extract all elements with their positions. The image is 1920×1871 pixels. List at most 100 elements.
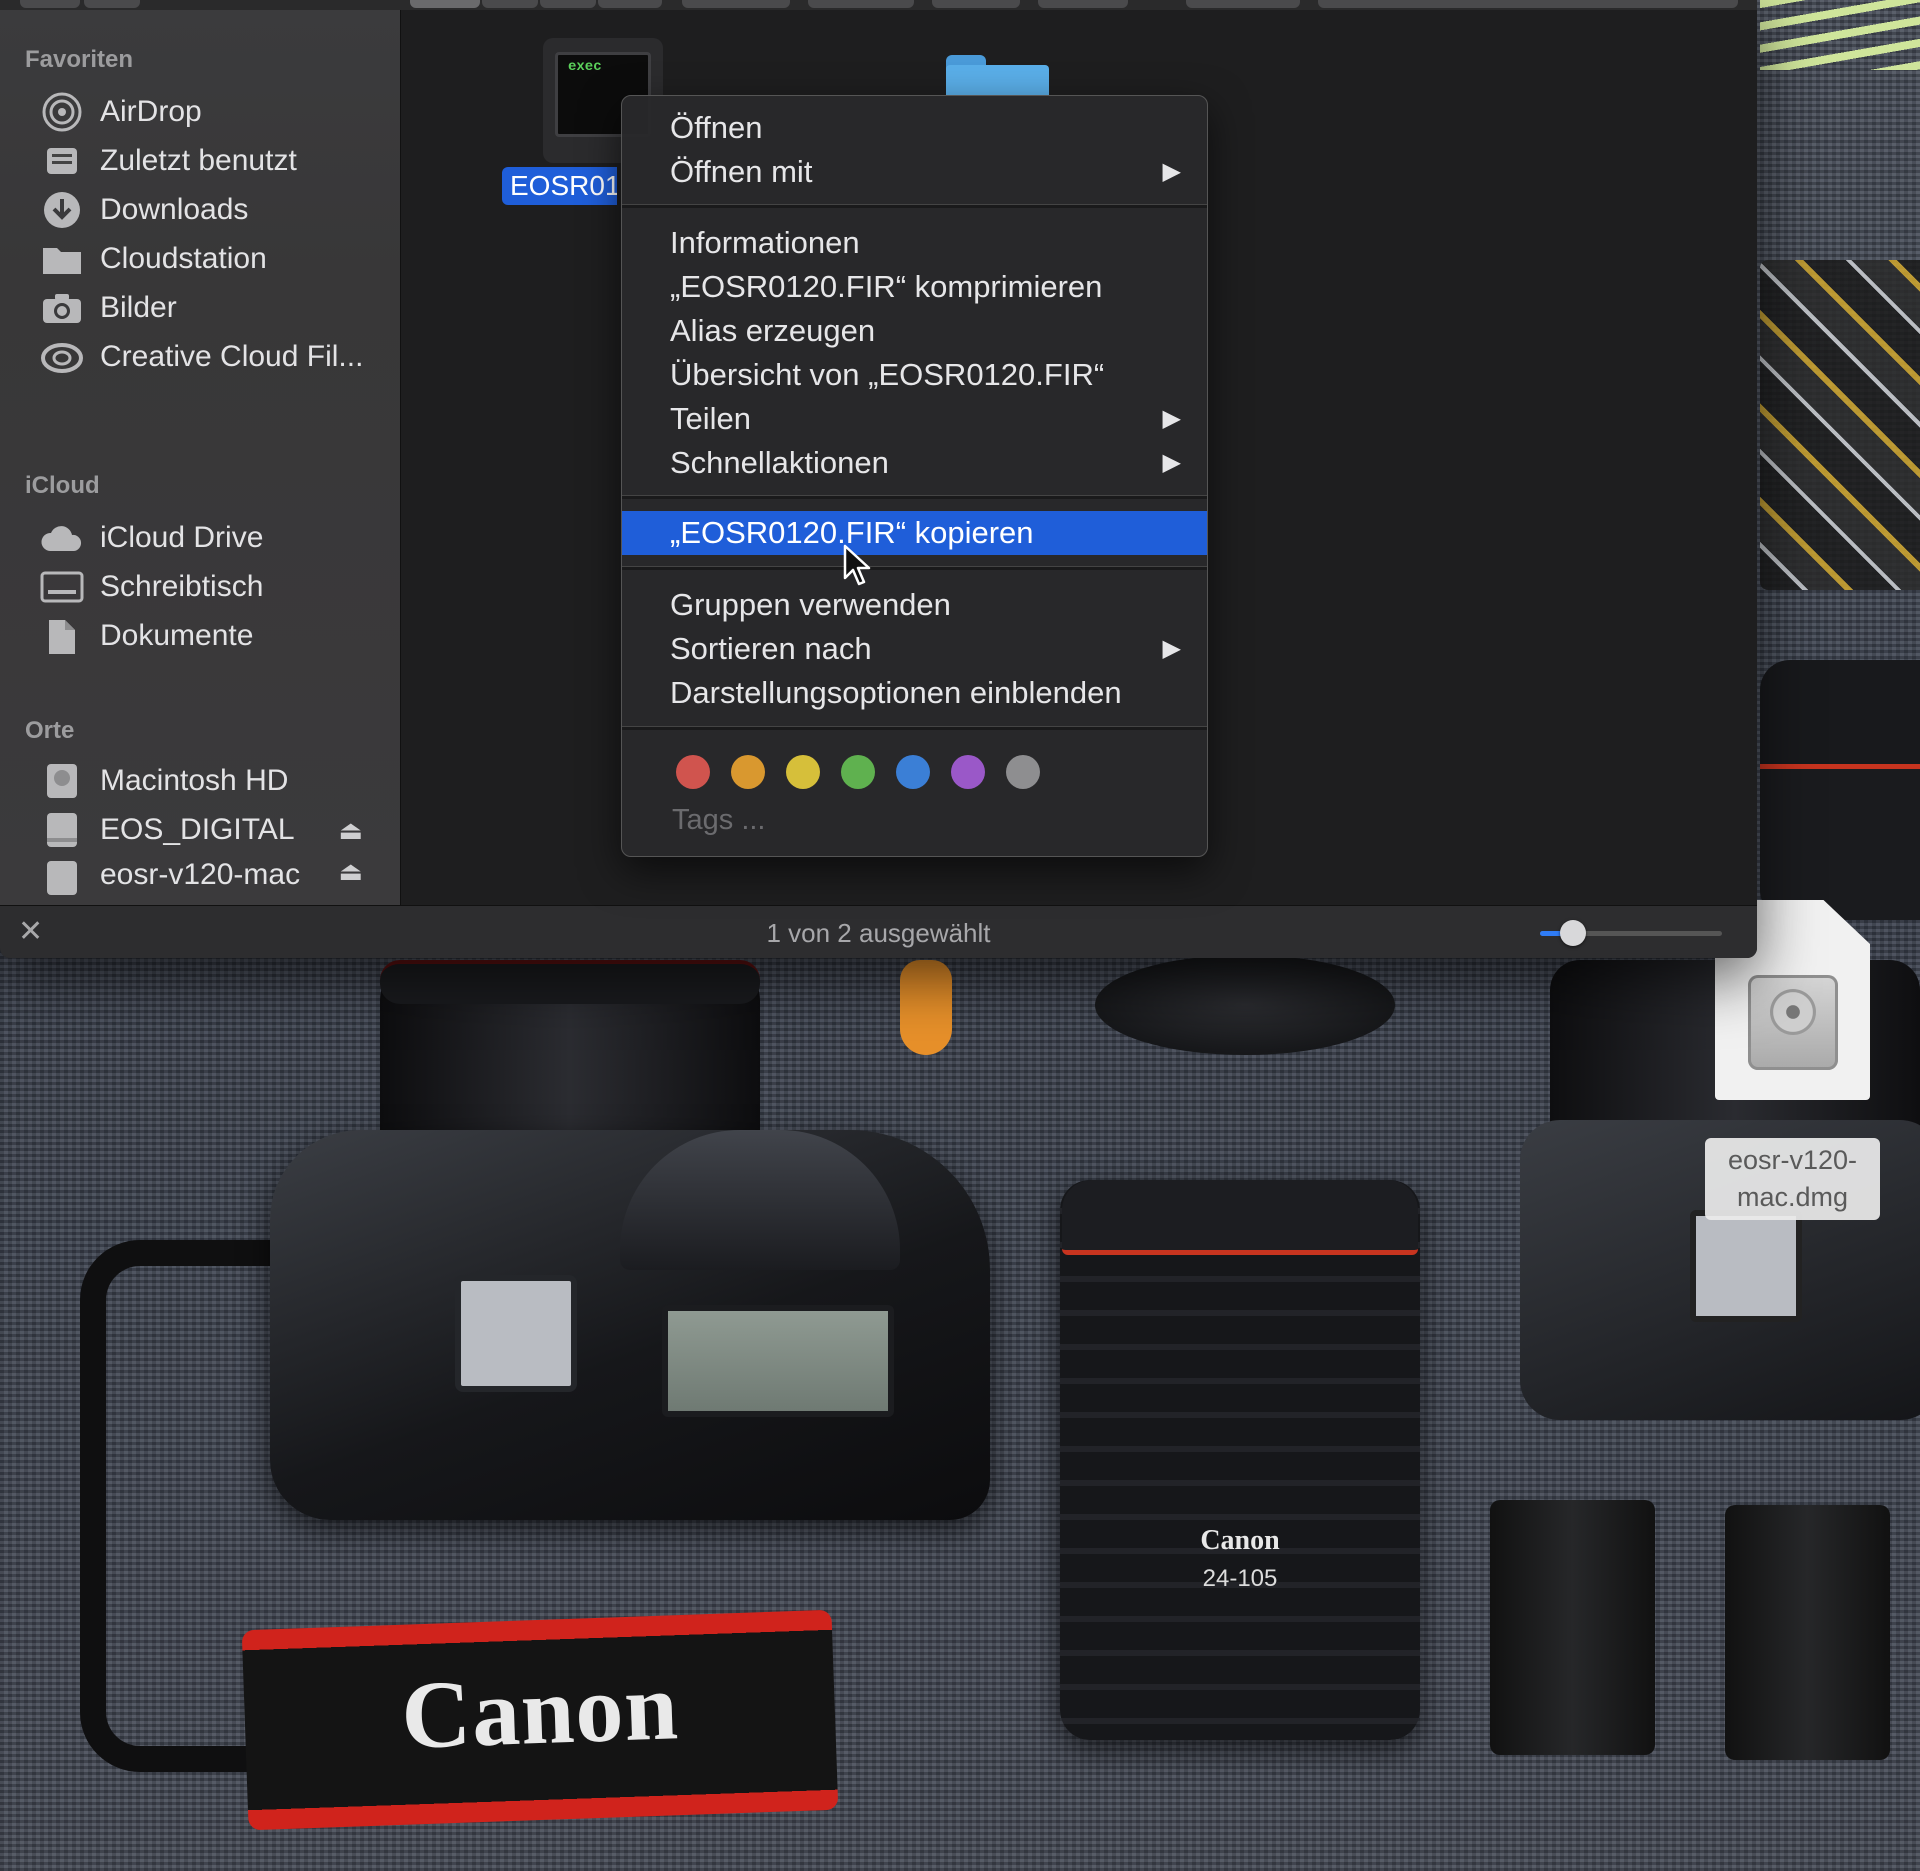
tag-gray-button[interactable] [1006,755,1040,789]
menu-separator [622,726,1207,730]
toolbar-action-button[interactable] [808,0,914,8]
menu-item-teilen[interactable]: Teilen ▶ [622,397,1207,441]
sidebar-item-dokumente[interactable]: Dokumente [40,611,385,661]
menu-item-uebersicht[interactable]: Übersicht von „EOSR0120.FIR“ [622,353,1207,397]
recents-icon [40,141,84,181]
submenu-arrow-icon: ▶ [1162,635,1181,662]
menu-item-label: Übersicht von „EOSR0120.FIR“ [670,357,1105,392]
toolbar-view-icons-button[interactable] [410,0,480,8]
menu-item-oeffnen[interactable]: Öffnen [622,106,1207,150]
menu-separator [622,204,1207,208]
toolbar-tags-button[interactable] [1038,0,1128,8]
sidebar-item-downloads[interactable]: Downloads [40,185,385,235]
creative-cloud-icon [40,337,84,377]
menu-item-label: Öffnen [670,110,763,145]
dslr-top-lcd [662,1305,894,1417]
orange-object [900,960,952,1055]
lens-50mm-ring [380,960,760,1004]
tag-blue-button[interactable] [896,755,930,789]
sidebar-item-label: Zuletzt benutzt [100,144,297,177]
camera-icon [40,288,84,328]
menu-item-label: Alias erzeugen [670,313,876,348]
toolbar-share-button[interactable] [932,0,1020,8]
toolbar-dropbox-button[interactable] [1186,0,1300,8]
menu-item-komprimieren[interactable]: „EOSR0120.FIR“ komprimieren [622,265,1207,309]
sidebar-item-recents[interactable]: Zuletzt benutzt [40,136,385,186]
tag-yellow-button[interactable] [786,755,820,789]
slider-knob[interactable] [1559,920,1586,946]
folder-icon[interactable] [946,55,1049,95]
zoom-lens [1060,1180,1420,1740]
sidebar-heading-orte: Orte [25,717,75,744]
downloads-icon [40,190,84,230]
sidebar-heading-icloud: iCloud [25,472,100,499]
menu-separator [622,495,1207,499]
toolbar-back-button[interactable] [20,0,80,8]
mouse-pointer-icon [843,544,871,586]
sidebar-item-eos-digital[interactable]: EOS_DIGITAL ⏏ [40,805,385,855]
tag-red-button[interactable] [676,755,710,789]
cloud-icon [40,518,84,558]
eject-icon[interactable]: ⏏ [338,815,363,846]
sidebar-item-label: EOS_DIGITAL [100,813,295,846]
menu-item-darstellungsoptionen[interactable]: Darstellungsoptionen einblenden [622,671,1207,715]
sidebar-item-label: Creative Cloud Fil... [100,340,364,373]
sidebar-item-icloud-drive[interactable]: iCloud Drive [40,513,385,563]
dmg-file-label[interactable]: eosr-v120-mac.dmg [1705,1138,1880,1220]
sidebar-item-creative-cloud[interactable]: Creative Cloud Fil... [40,332,385,382]
lens-right [1760,660,1920,920]
menu-item-kopieren[interactable]: „EOSR0120.FIR“ kopieren [622,511,1207,555]
folder-body [946,65,1049,95]
toolbar-forward-button[interactable] [84,0,140,8]
finder-sidebar: Favoriten AirDrop Zuletzt benutzt Downlo… [0,10,401,905]
sidebar-item-bilder[interactable]: Bilder [40,283,385,333]
desktop-icon [40,567,84,607]
eject-icon[interactable]: ⏏ [338,856,363,887]
menu-item-sortieren-nach[interactable]: Sortieren nach ▶ [622,627,1207,671]
sidebar-item-cloudstation[interactable]: Cloudstation [40,234,385,284]
icon-size-slider[interactable] [1540,920,1722,946]
plant-leaves [1760,0,1920,70]
toolbar-view-gallery-button[interactable] [598,0,662,8]
menu-item-gruppen-verwenden[interactable]: Gruppen verwenden [622,583,1207,627]
toolbar-view-list-button[interactable] [482,0,538,8]
sidebar-item-schreibtisch[interactable]: Schreibtisch [40,562,385,612]
submenu-arrow-icon: ▶ [1162,158,1181,185]
selected-file-label[interactable]: EOSR0120.FIR [502,167,617,205]
zoom-lens-top [1062,1180,1418,1255]
menu-item-label: Schnellaktionen [670,445,889,480]
sidebar-item-macintosh-hd[interactable]: Macintosh HD [40,756,385,806]
menu-item-alias-erzeugen[interactable]: Alias erzeugen [622,309,1207,353]
sidebar-item-airdrop[interactable]: AirDrop [40,87,385,137]
lens-cap [1095,955,1395,1055]
sidebar-item-label: Schreibtisch [100,570,264,603]
toolbar-view-columns-button[interactable] [540,0,596,8]
submenu-arrow-icon: ▶ [1162,449,1181,476]
airdrop-icon [40,92,84,132]
sidebar-item-eosr-v120-mac[interactable]: eosr-v120-mac ⏏ [40,854,385,895]
tag-orange-button[interactable] [731,755,765,789]
context-menu: Öffnen Öffnen mit ▶ Informationen „EOSR01… [621,95,1208,857]
tag-green-button[interactable] [841,755,875,789]
menu-item-label: Informationen [670,225,860,260]
sidebar-item-label: eosr-v120-mac [100,858,301,891]
tag-purple-button[interactable] [951,755,985,789]
finder-toolbar [0,0,1757,10]
sd-cards [1760,260,1920,590]
menu-item-schnellaktionen[interactable]: Schnellaktionen ▶ [622,441,1207,485]
sidebar-item-label: Dokumente [100,619,254,652]
selection-status-text: 1 von 2 ausgewählt [766,918,991,948]
external-drive-icon [40,858,84,895]
sidebar-item-label: AirDrop [100,95,202,128]
disk-image-icon [1748,975,1838,1070]
battery-2 [1725,1505,1890,1760]
toolbar-search-field[interactable] [1318,0,1738,8]
menu-item-oeffnen-mit[interactable]: Öffnen mit ▶ [622,150,1207,194]
lens-model-text: 24-105 [1202,1565,1278,1592]
menu-item-informationen[interactable]: Informationen [622,221,1207,265]
lens-brand-text: Canon [1200,1525,1280,1556]
menu-item-label: Teilen [670,401,751,436]
tags-menu-item[interactable]: Tags ... [672,804,766,837]
toolbar-group-button[interactable] [682,0,790,8]
hard-drive-icon [40,761,84,801]
